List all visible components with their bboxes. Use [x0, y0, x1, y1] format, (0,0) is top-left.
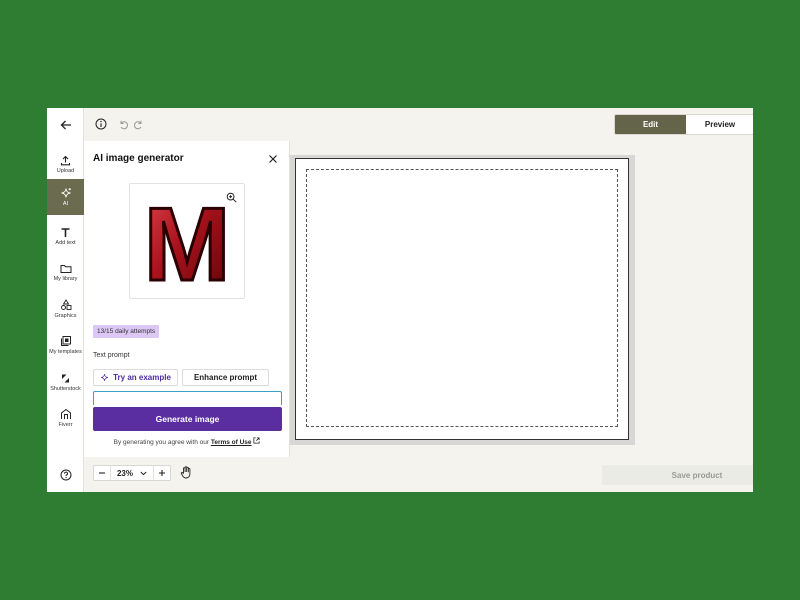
- terms-notice: By generating you agree with our Terms o…: [84, 437, 289, 446]
- close-panel-button[interactable]: [267, 153, 279, 165]
- zoom-in-icon: [226, 192, 237, 203]
- mode-switch: Edit Preview: [614, 114, 753, 135]
- rail-item-label: My templates: [49, 349, 82, 355]
- arrow-left-icon: [60, 120, 71, 130]
- prompt-input[interactable]: [93, 391, 282, 405]
- folder-icon: [60, 264, 71, 273]
- zoom-in-stepper-button[interactable]: [154, 466, 170, 480]
- rail-item-label: Shutterstock: [50, 385, 81, 392]
- generate-image-button[interactable]: Generate image: [93, 407, 282, 431]
- rail-item-add-text[interactable]: Add text: [47, 218, 84, 254]
- close-icon: [269, 155, 277, 163]
- templates-icon: [60, 336, 71, 346]
- generated-image-preview[interactable]: M: [129, 183, 245, 299]
- help-icon: [60, 469, 71, 481]
- plus-icon: [159, 470, 165, 476]
- info-button[interactable]: [95, 118, 107, 130]
- rail-item-upload[interactable]: Upload: [47, 146, 84, 182]
- info-icon: [95, 118, 107, 130]
- shapes-icon: [60, 299, 71, 310]
- attempts-badge: 13/15 daily attempts: [93, 325, 160, 338]
- enhance-prompt-button[interactable]: Enhance prompt: [182, 369, 269, 386]
- rail-item-label: Add text: [55, 239, 76, 246]
- undo-icon: [120, 120, 128, 129]
- preview-letter: M: [146, 197, 228, 285]
- rail-item-ai[interactable]: AI: [47, 179, 84, 215]
- edit-tab[interactable]: Edit: [615, 115, 686, 134]
- text-prompt-label: Text prompt: [93, 352, 130, 359]
- try-example-button[interactable]: Try an example: [93, 369, 178, 386]
- chevron-down-icon: [140, 471, 147, 475]
- rail-item-my-templates[interactable]: My templates: [47, 327, 84, 363]
- rail-item-label: Graphics: [54, 313, 77, 319]
- sparkle-icon: [101, 374, 109, 381]
- zoom-dropdown[interactable]: 23%: [110, 466, 154, 480]
- safe-area-guide: [306, 169, 618, 427]
- top-bar: Edit Preview: [84, 108, 753, 141]
- rail-item-fiverr[interactable]: Fiverr: [47, 400, 84, 436]
- rail-item-graphics[interactable]: Graphics: [47, 291, 84, 327]
- rail-item-label: AI: [62, 201, 69, 207]
- redo-button[interactable]: [132, 118, 144, 130]
- zoom-value: 23%: [116, 468, 133, 478]
- fiverr-icon: [60, 408, 71, 419]
- back-button[interactable]: [47, 114, 84, 136]
- generated-letter-image: M: [146, 197, 228, 285]
- try-example-label: Try an example: [113, 373, 171, 382]
- terms-prefix: By generating you agree with our: [113, 439, 210, 446]
- save-product-button[interactable]: Save product: [602, 465, 753, 485]
- app-window: Upload AI Add text My library Graphics M…: [47, 108, 753, 492]
- rail-item-label: Fiverr: [58, 422, 73, 428]
- sparkle-icon: [60, 188, 71, 198]
- minus-icon: [99, 472, 105, 474]
- bottom-bar: 23% Save product: [84, 457, 753, 492]
- preview-tab[interactable]: Preview: [686, 115, 753, 134]
- rail-item-label: My library: [53, 275, 78, 282]
- terms-of-use-link[interactable]: Terms of Use: [211, 439, 252, 446]
- upload-icon: [60, 155, 71, 165]
- redo-icon: [133, 120, 141, 129]
- rail-item-label: Upload: [56, 167, 75, 174]
- text-icon: [61, 227, 70, 237]
- panel-title: AI image generator: [93, 153, 184, 164]
- design-canvas[interactable]: [295, 158, 629, 440]
- tool-rail: Upload AI Add text My library Graphics M…: [47, 108, 84, 492]
- zoom-control: 23%: [93, 465, 171, 481]
- external-link-icon: [253, 437, 260, 444]
- zoom-in-button[interactable]: [223, 189, 239, 205]
- enhance-prompt-label: Enhance prompt: [193, 373, 258, 382]
- hand-icon: [180, 465, 191, 478]
- shutterstock-icon: [62, 374, 69, 382]
- rail-item-shutterstock[interactable]: Shutterstock: [47, 364, 84, 400]
- ai-generator-panel: AI image generator M 13/15 daily attempt…: [84, 141, 290, 457]
- undo-button[interactable]: [117, 118, 129, 130]
- rail-item-my-library[interactable]: My library: [47, 254, 84, 290]
- help-button[interactable]: [47, 466, 84, 484]
- zoom-out-button[interactable]: [94, 466, 110, 480]
- pan-tool-button[interactable]: [179, 465, 193, 479]
